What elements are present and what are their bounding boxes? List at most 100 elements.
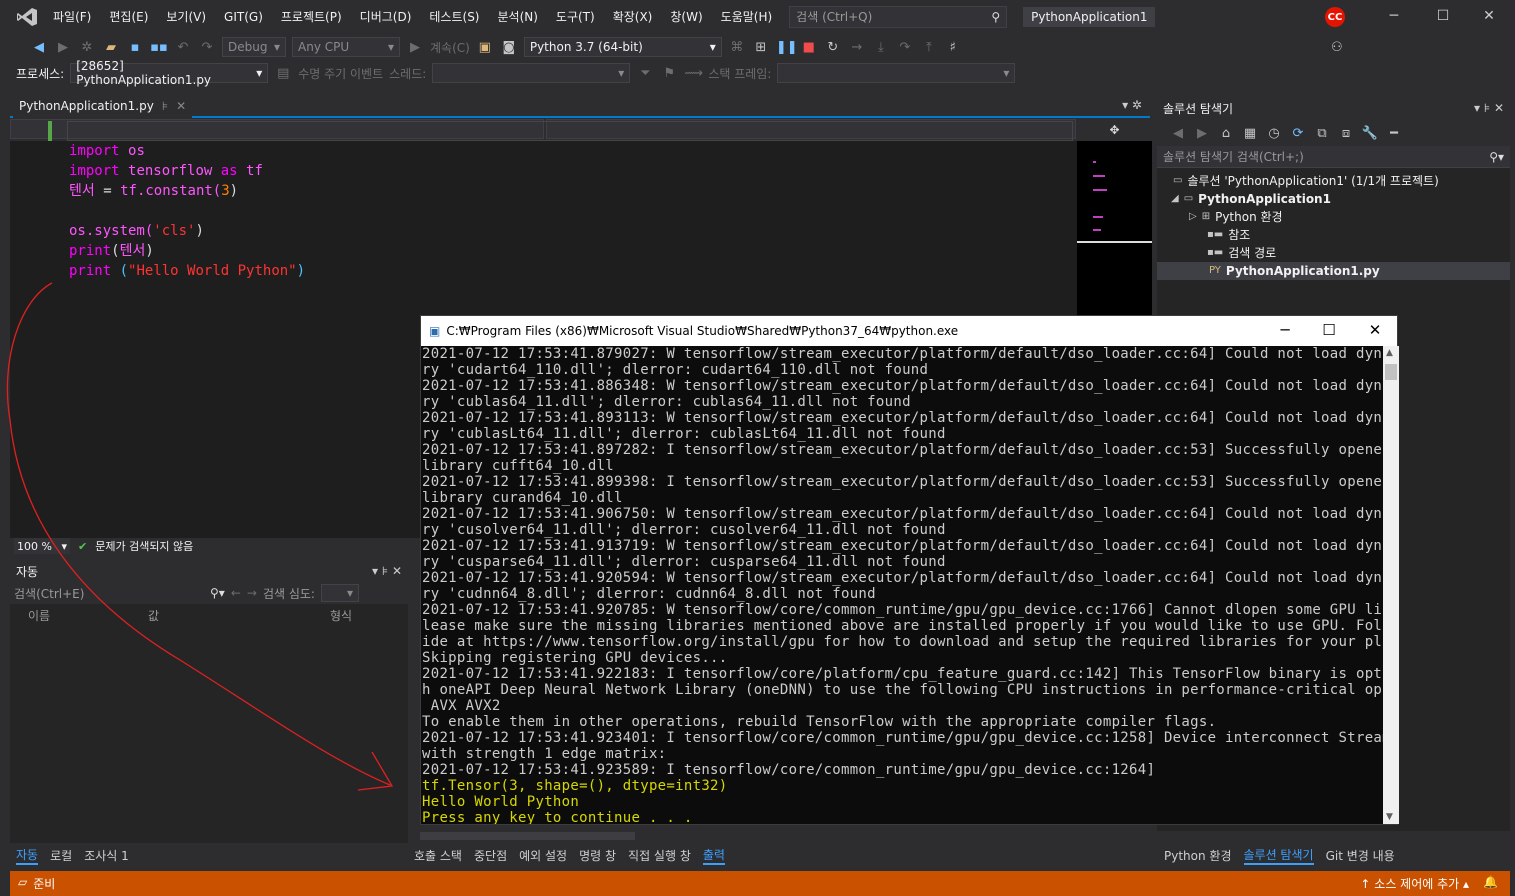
autos-search-input[interactable]: 검색(Ctrl+E): [14, 585, 204, 602]
restart-icon[interactable]: ↻: [824, 40, 842, 55]
properties-icon[interactable]: 🔧: [1361, 126, 1379, 141]
python-console-window[interactable]: ▣ C:₩Program Files (x86)₩Microsoft Visua…: [420, 315, 1399, 825]
panel-controls-icon[interactable]: ▾ ⊧ ✕: [1474, 101, 1504, 115]
open-folder-icon[interactable]: ▣: [476, 40, 494, 55]
scroll-down-icon[interactable]: ▼: [1386, 812, 1393, 822]
menu-window[interactable]: 창(W): [661, 8, 711, 25]
tree-item-project[interactable]: ◢ ▭ PythonApplication1: [1171, 190, 1331, 208]
show-next-statement-icon[interactable]: →: [848, 40, 866, 55]
back-icon[interactable]: ◀: [1169, 126, 1187, 141]
tab-solution-explorer[interactable]: 솔루션 탐색기: [1243, 846, 1314, 865]
account-avatar[interactable]: CC: [1325, 7, 1345, 27]
minimize-icon[interactable]: ─: [1384, 6, 1404, 26]
search-depth-select[interactable]: ▾: [320, 584, 359, 602]
continue-button[interactable]: 계속(C): [430, 39, 470, 56]
pause-icon[interactable]: ❚❚: [776, 40, 798, 55]
configuration-select[interactable]: Debug ▾: [222, 37, 286, 57]
tab-call-stack[interactable]: 호출 스택: [414, 847, 462, 864]
tab-python-env[interactable]: Python 환경: [1164, 847, 1232, 864]
save-all-icon[interactable]: ▪▪: [150, 40, 168, 55]
zoom-select[interactable]: 100 % ▾: [14, 538, 70, 554]
add-to-source-control-button[interactable]: ↑ 소스 제어에 추가 ▴: [1360, 875, 1469, 892]
menu-debug[interactable]: 디버그(D): [351, 8, 421, 25]
tree-item-py-file[interactable]: PY PythonApplication1.py: [1157, 262, 1510, 280]
stop-icon[interactable]: ■: [800, 40, 818, 55]
home-icon[interactable]: ⌂: [1217, 126, 1235, 141]
search-icon[interactable]: ⚲▾: [210, 586, 225, 600]
menu-extensions[interactable]: 확장(X): [604, 8, 662, 25]
output-horizontal-scrollbar[interactable]: [420, 829, 1132, 843]
debug-icon[interactable]: ⌘: [728, 40, 746, 55]
lifecycle-events-button[interactable]: 수명 주기 이벤트: [298, 65, 383, 82]
menu-test[interactable]: 테스트(S): [420, 8, 488, 25]
console-minimize-icon[interactable]: ─: [1270, 321, 1300, 339]
camera-icon[interactable]: ◙: [500, 40, 518, 55]
tab-breakpoints[interactable]: 중단점: [474, 847, 507, 864]
flag-icon[interactable]: ⚑: [660, 66, 678, 81]
pin-icon[interactable]: ⊧: [162, 99, 168, 115]
redo-icon[interactable]: ↷: [198, 40, 216, 55]
menu-git[interactable]: GIT(G): [215, 10, 272, 24]
tab-exception-settings[interactable]: 예외 설정: [519, 847, 567, 864]
tree-item-references[interactable]: ▪▬ 참조: [1207, 226, 1250, 244]
column-value[interactable]: 값: [120, 607, 310, 624]
filter-icon[interactable]: ⏷: [636, 66, 654, 81]
stack-frame-select[interactable]: ▾: [777, 63, 1016, 83]
menu-tools[interactable]: 도구(T): [547, 8, 604, 25]
console-scroll-thumb[interactable]: [1385, 364, 1397, 380]
global-search-input[interactable]: 검색 (Ctrl+Q) ⚲: [789, 5, 1008, 28]
pending-changes-icon[interactable]: ◷: [1265, 126, 1283, 141]
solution-search-input[interactable]: 솔루션 탐색기 검색(Ctrl+;) ⚲▾: [1157, 146, 1510, 168]
forward-icon[interactable]: ▶: [1193, 126, 1211, 141]
preview-icon[interactable]: ━: [1385, 126, 1403, 141]
tab-output[interactable]: 출력: [702, 846, 725, 865]
tab-immediate-window[interactable]: 직접 실행 창: [628, 847, 691, 864]
tree-item-search-paths[interactable]: ▪▬ 검색 경로: [1207, 244, 1276, 262]
show-all-files-icon[interactable]: ⧈: [1337, 126, 1355, 141]
undo-icon[interactable]: ↶: [174, 40, 192, 55]
menu-analyze[interactable]: 분석(N): [489, 8, 547, 25]
live-share-icon[interactable]: ⚇: [1328, 40, 1346, 55]
forward-arrow-icon[interactable]: →: [247, 586, 257, 600]
back-icon[interactable]: ◀: [30, 40, 48, 55]
close-tab-icon[interactable]: ✕: [176, 99, 186, 115]
hot-reload-icon[interactable]: ♯: [944, 40, 962, 55]
menu-file[interactable]: 파일(F): [44, 8, 100, 25]
console-maximize-icon[interactable]: ☐: [1314, 321, 1344, 339]
new-project-icon[interactable]: ✲: [78, 40, 96, 55]
save-icon[interactable]: ▪: [126, 40, 144, 55]
split-icon[interactable]: ✥: [1077, 119, 1152, 141]
maximize-icon[interactable]: ☐: [1433, 6, 1453, 26]
menu-project[interactable]: 프로젝트(P): [272, 8, 351, 25]
console-close-icon[interactable]: ✕: [1360, 321, 1390, 339]
open-file-icon[interactable]: ▰: [102, 40, 120, 55]
window-layout-icon[interactable]: ⊞: [752, 40, 770, 55]
console-scrollbar[interactable]: ▲ ▼: [1383, 346, 1399, 824]
tab-command-window[interactable]: 명령 창: [579, 847, 616, 864]
tab-locals[interactable]: 로컬: [50, 847, 72, 864]
menu-help[interactable]: 도움말(H): [712, 8, 782, 25]
thread-select[interactable]: ▾: [432, 63, 631, 83]
tab-pythonapplication1-py[interactable]: PythonApplication1.py ⊧ ✕: [13, 96, 193, 118]
step-into-icon[interactable]: ⤓: [872, 40, 890, 55]
panel-controls-icon[interactable]: ▾ ⊧ ✕: [372, 564, 402, 578]
play-icon[interactable]: ▶: [406, 40, 424, 55]
tree-item-python-env[interactable]: ▷ ⊞ Python 환경: [1189, 208, 1283, 226]
menu-view[interactable]: 보기(V): [157, 8, 215, 25]
interpreter-select[interactable]: Python 3.7 (64-bit) ▾: [523, 37, 722, 57]
collapse-all-icon[interactable]: ⧉: [1313, 126, 1331, 141]
close-icon[interactable]: ✕: [1479, 6, 1499, 26]
platform-select[interactable]: Any CPU ▾: [292, 37, 400, 57]
tree-item-solution[interactable]: ▭ 솔루션 'PythonApplication1' (1/1개 프로젝트): [1173, 172, 1439, 190]
tab-autos[interactable]: 자동: [16, 846, 39, 865]
forward-icon[interactable]: ▶: [54, 40, 72, 55]
switch-views-icon[interactable]: ▦: [1241, 126, 1259, 141]
issues-status[interactable]: 문제가 검색되지 않음: [95, 538, 193, 554]
notifications-bell-icon[interactable]: 🔔: [1483, 875, 1498, 892]
column-name[interactable]: 이름: [10, 607, 120, 624]
tab-git-changes[interactable]: Git 변경 내용: [1326, 847, 1395, 864]
step-over-icon[interactable]: ↷: [896, 40, 914, 55]
menu-edit[interactable]: 편집(E): [100, 8, 157, 25]
tab-options-icon[interactable]: ▾ ✲: [1122, 98, 1142, 112]
tab-watch-1[interactable]: 조사식 1: [84, 847, 129, 864]
